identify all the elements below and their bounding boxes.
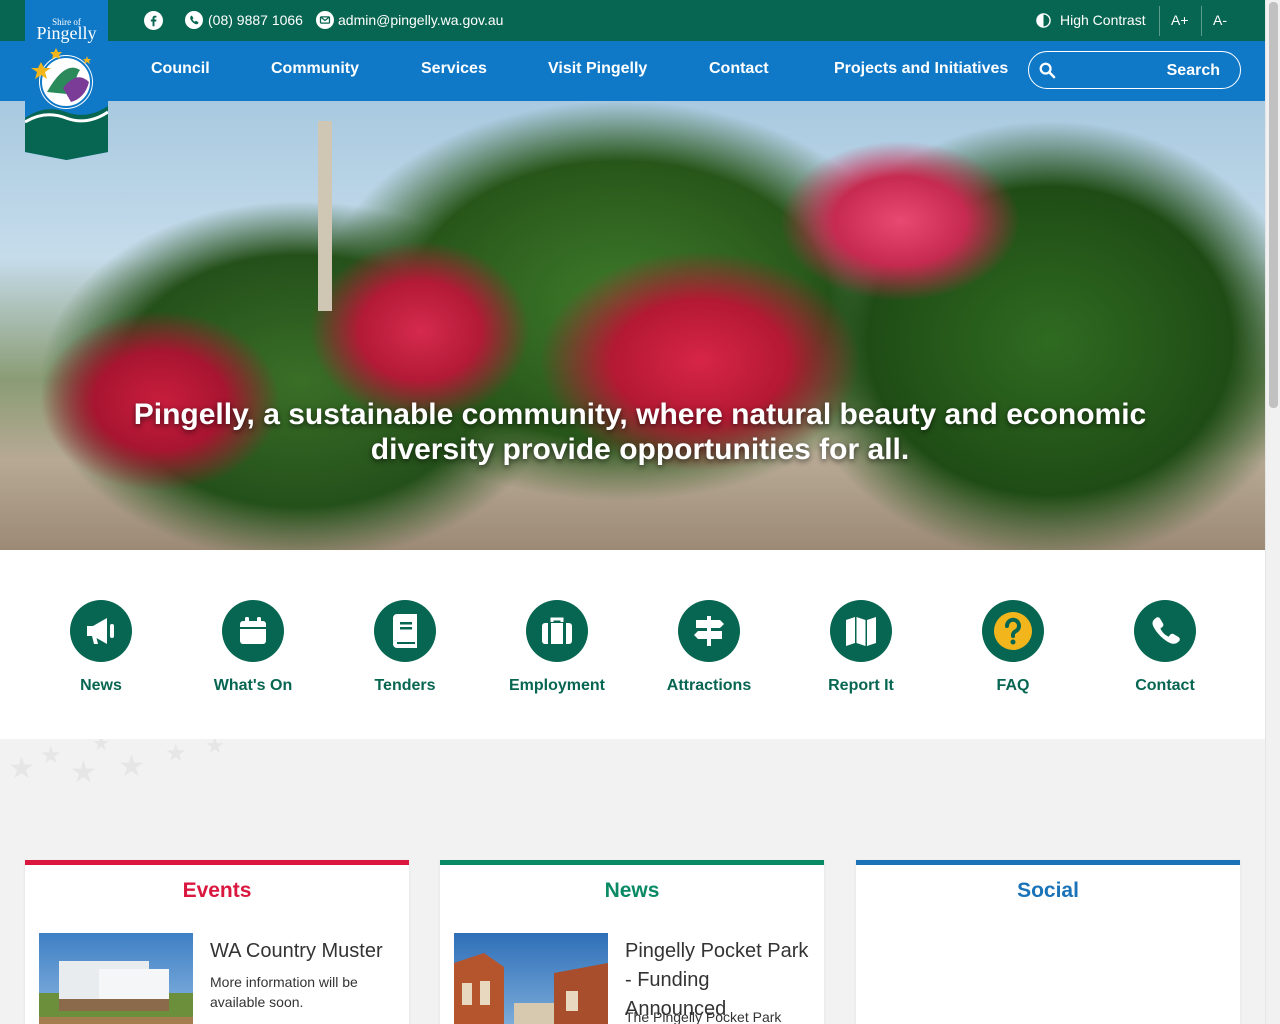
nav-community[interactable]: Community <box>271 60 359 78</box>
search-input[interactable] <box>1063 56 1178 84</box>
quick-link-tenders[interactable]: Tenders <box>335 600 475 695</box>
nav-projects-and-initiatives[interactable]: Projects and Initiatives <box>834 60 1008 78</box>
social-heading: Social <box>1017 879 1079 902</box>
news-card: News Pingelly Pocket Park - Funding Anno… <box>440 860 824 1024</box>
shire-logo[interactable]: Shire of Pingelly <box>24 0 109 160</box>
decorative-star-icon: ★ <box>118 750 145 783</box>
quick-link-employment[interactable]: Employment <box>487 600 627 695</box>
signpost-icon <box>678 600 740 662</box>
envelope-icon <box>316 11 334 29</box>
decorative-star-icon: ★ <box>40 742 62 769</box>
divider <box>1159 6 1160 36</box>
decorative-star-icon: ★ <box>8 752 35 785</box>
quick-link-label: What's On <box>213 677 293 694</box>
quick-link-label: News <box>80 677 122 694</box>
decorative-star-icon: ★ <box>92 739 110 755</box>
facebook-icon <box>144 10 163 30</box>
phone-icon <box>185 11 203 29</box>
quick-link-news[interactable]: News <box>31 600 171 695</box>
decorative-star-icon: ★ <box>70 756 97 789</box>
book-icon <box>374 600 436 662</box>
quick-link-whats-on[interactable]: What's On <box>183 600 323 695</box>
top-utility-bar: (08) 9887 1066 admin@pingelly.wa.gov.au … <box>0 0 1265 41</box>
quick-links: News What's On Tenders Employment Attrac… <box>0 550 1265 739</box>
search-icon[interactable] <box>1039 62 1056 84</box>
megaphone-icon <box>70 600 132 662</box>
briefcase-icon <box>526 600 588 662</box>
nav-visit-pingelly[interactable]: Visit Pingelly <box>548 60 647 78</box>
high-contrast-toggle[interactable]: High Contrast <box>1036 10 1146 30</box>
main-navigation: Council Community Services Visit Pingell… <box>0 41 1265 101</box>
event-description: More information will be available soon. <box>210 974 358 1010</box>
contrast-icon <box>1036 12 1051 28</box>
map-icon <box>830 600 892 662</box>
search-button[interactable]: Search <box>1167 62 1220 80</box>
decorative-star-icon: ★ <box>205 739 225 758</box>
hero-banner: Pingelly, a sustainable community, where… <box>0 101 1265 550</box>
page-scrollbar[interactable] <box>1265 0 1280 1024</box>
font-decrease-button[interactable]: A- <box>1213 10 1227 30</box>
svg-text:Pingelly: Pingelly <box>36 23 96 43</box>
quick-link-contact[interactable]: Contact <box>1095 600 1235 695</box>
question-icon <box>982 600 1044 662</box>
events-card: Events WA Country Muster More informatio… <box>25 860 409 1024</box>
scrollbar-thumb[interactable] <box>1269 2 1278 408</box>
quick-link-label: Contact <box>1135 677 1195 694</box>
social-card: Social <box>856 860 1240 1024</box>
event-title[interactable]: WA Country Muster <box>210 937 400 966</box>
quick-link-label: Tenders <box>374 677 436 694</box>
nav-services[interactable]: Services <box>421 60 487 78</box>
event-thumbnail[interactable] <box>39 933 193 1024</box>
facebook-link[interactable] <box>144 10 163 30</box>
email-address: admin@pingelly.wa.gov.au <box>338 12 504 28</box>
nav-contact[interactable]: Contact <box>709 60 769 78</box>
divider <box>1201 6 1202 36</box>
font-increase-button[interactable]: A+ <box>1171 10 1189 30</box>
news-thumbnail[interactable] <box>454 933 608 1024</box>
high-contrast-label: High Contrast <box>1060 12 1146 28</box>
decorative-star-icon: ★ <box>165 740 187 767</box>
quick-link-report-it[interactable]: Report It <box>791 600 931 695</box>
quick-link-label: FAQ <box>996 677 1030 694</box>
phone-icon <box>1134 600 1196 662</box>
quick-link-attractions[interactable]: Attractions <box>639 600 779 695</box>
news-heading: News <box>604 879 660 902</box>
quick-link-faq[interactable]: FAQ <box>943 600 1083 695</box>
phone-link[interactable]: (08) 9887 1066 <box>185 10 303 30</box>
nav-council[interactable]: Council <box>151 60 210 78</box>
search-box: Search <box>1028 51 1241 89</box>
quick-link-label: Report It <box>828 677 894 694</box>
quick-link-label: Employment <box>508 677 605 694</box>
email-link[interactable]: admin@pingelly.wa.gov.au <box>316 10 503 30</box>
hero-image-pole <box>318 121 332 311</box>
hero-tagline: Pingelly, a sustainable community, where… <box>133 398 1147 466</box>
phone-number: (08) 9887 1066 <box>208 12 303 28</box>
news-excerpt: The Pingelly Pocket Park has <box>625 1009 782 1024</box>
events-heading: Events <box>182 879 252 902</box>
content-section: ★ ★ ★ ★ ★ ★ ★ Events WA Country Muster M… <box>0 739 1265 1024</box>
calendar-icon <box>222 600 284 662</box>
quick-link-label: Attractions <box>666 677 752 694</box>
